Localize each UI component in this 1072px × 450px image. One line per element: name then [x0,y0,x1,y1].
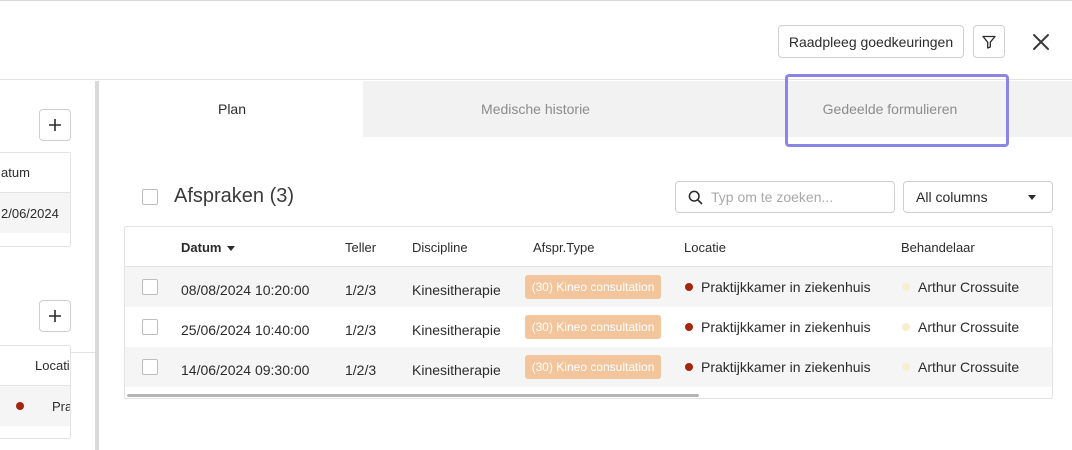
table-row[interactable]: 08/08/2024 10:20:00 1/2/3 Kinesitherapie… [125,267,1052,307]
left-location-value: Pra [52,398,71,414]
appointments-table: Datum Teller Discipline Afspr.Type Locat… [124,226,1053,399]
plus-icon [49,119,61,131]
cell-datum: 14/06/2024 09:30:00 [181,362,310,378]
column-header-type[interactable]: Afspr.Type [533,240,594,255]
appointment-type-badge: (30) Kineo consultation [525,315,661,339]
table-row[interactable]: 14/06/2024 09:30:00 1/2/3 Kinesitherapie… [125,347,1052,387]
appointment-type-badge: (30) Kineo consultation [525,355,661,379]
column-header-label: Datum [181,240,222,255]
add-location-button[interactable] [39,300,71,332]
cell-datum: 08/08/2024 10:20:00 [181,282,310,298]
row-checkbox[interactable] [142,279,158,295]
cell-behandelaar: Arthur Crossuite [918,359,1020,375]
cell-behandelaar: Arthur Crossuite [918,279,1020,295]
cell-behandelaar: Arthur Crossuite [918,319,1020,335]
cell-discipline: Kinesitherapie [412,322,501,338]
left-location-header: Locati [0,346,70,386]
row-checkbox[interactable] [142,319,158,335]
search-box[interactable] [675,181,895,213]
appointments-title: Afspraken (3) [174,185,295,207]
filter-icon [982,35,996,49]
practitioner-dot [902,283,910,291]
location-dot [685,363,693,371]
chevron-down-icon [1028,195,1036,200]
cell-locatie: Praktijkkamer in ziekenhuis [701,359,871,375]
filter-button[interactable] [973,25,1005,58]
search-input[interactable] [711,189,871,205]
column-header-datum[interactable]: Datum [181,240,236,255]
view-approvals-button[interactable]: Raadpleeg goedkeuringen [778,25,964,58]
table-header: Datum Teller Discipline Afspr.Type Locat… [125,227,1052,267]
cell-datum: 25/06/2024 10:40:00 [181,322,310,338]
practitioner-dot [902,323,910,331]
cell-teller: 1/2/3 [345,362,377,378]
column-header-behandelaar[interactable]: Behandelaar [901,240,975,255]
close-icon [1033,34,1049,50]
row-checkbox[interactable] [142,359,158,375]
location-dot [685,283,693,291]
column-header-locatie[interactable]: Locatie [684,240,726,255]
cell-teller: 1/2/3 [345,322,377,338]
left-location-card: Locati Pra [0,345,71,439]
left-date-card: atum 2/06/2024 [0,152,71,247]
cell-discipline: Kinesitherapie [412,282,501,298]
left-panel: atum 2/06/2024 Locati Pra [0,81,95,450]
table-row[interactable]: 25/06/2024 10:40:00 1/2/3 Kinesitherapie… [125,307,1052,347]
location-dot [16,402,24,410]
cell-discipline: Kinesitherapie [412,362,501,378]
column-header-teller[interactable]: Teller [345,240,376,255]
sort-desc-icon [227,246,236,252]
left-location-row[interactable]: Pra [0,386,70,426]
left-date-header: atum [0,153,70,193]
left-date-value[interactable]: 2/06/2024 [0,193,70,233]
close-button[interactable] [1029,30,1053,54]
focus-ring [785,74,1009,147]
search-icon [688,190,703,204]
plus-icon [49,310,61,322]
column-select[interactable]: All columns [903,181,1053,213]
appointment-type-badge: (30) Kineo consultation [525,275,661,299]
column-select-value: All columns [916,189,988,205]
cell-locatie: Praktijkkamer in ziekenhuis [701,319,871,335]
select-all-checkbox[interactable] [142,189,158,205]
tab-medical-history[interactable]: Medische historie [363,81,708,137]
add-button[interactable] [39,109,71,141]
column-header-discipline[interactable]: Discipline [412,240,468,255]
cell-teller: 1/2/3 [345,282,377,298]
top-bar: Raadpleeg goedkeuringen [0,0,1072,80]
tab-plan[interactable]: Plan [101,81,363,137]
panel-splitter[interactable] [95,81,99,450]
practitioner-dot [902,363,910,371]
location-dot [685,323,693,331]
horizontal-scrollbar[interactable] [127,394,699,397]
cell-locatie: Praktijkkamer in ziekenhuis [701,279,871,295]
